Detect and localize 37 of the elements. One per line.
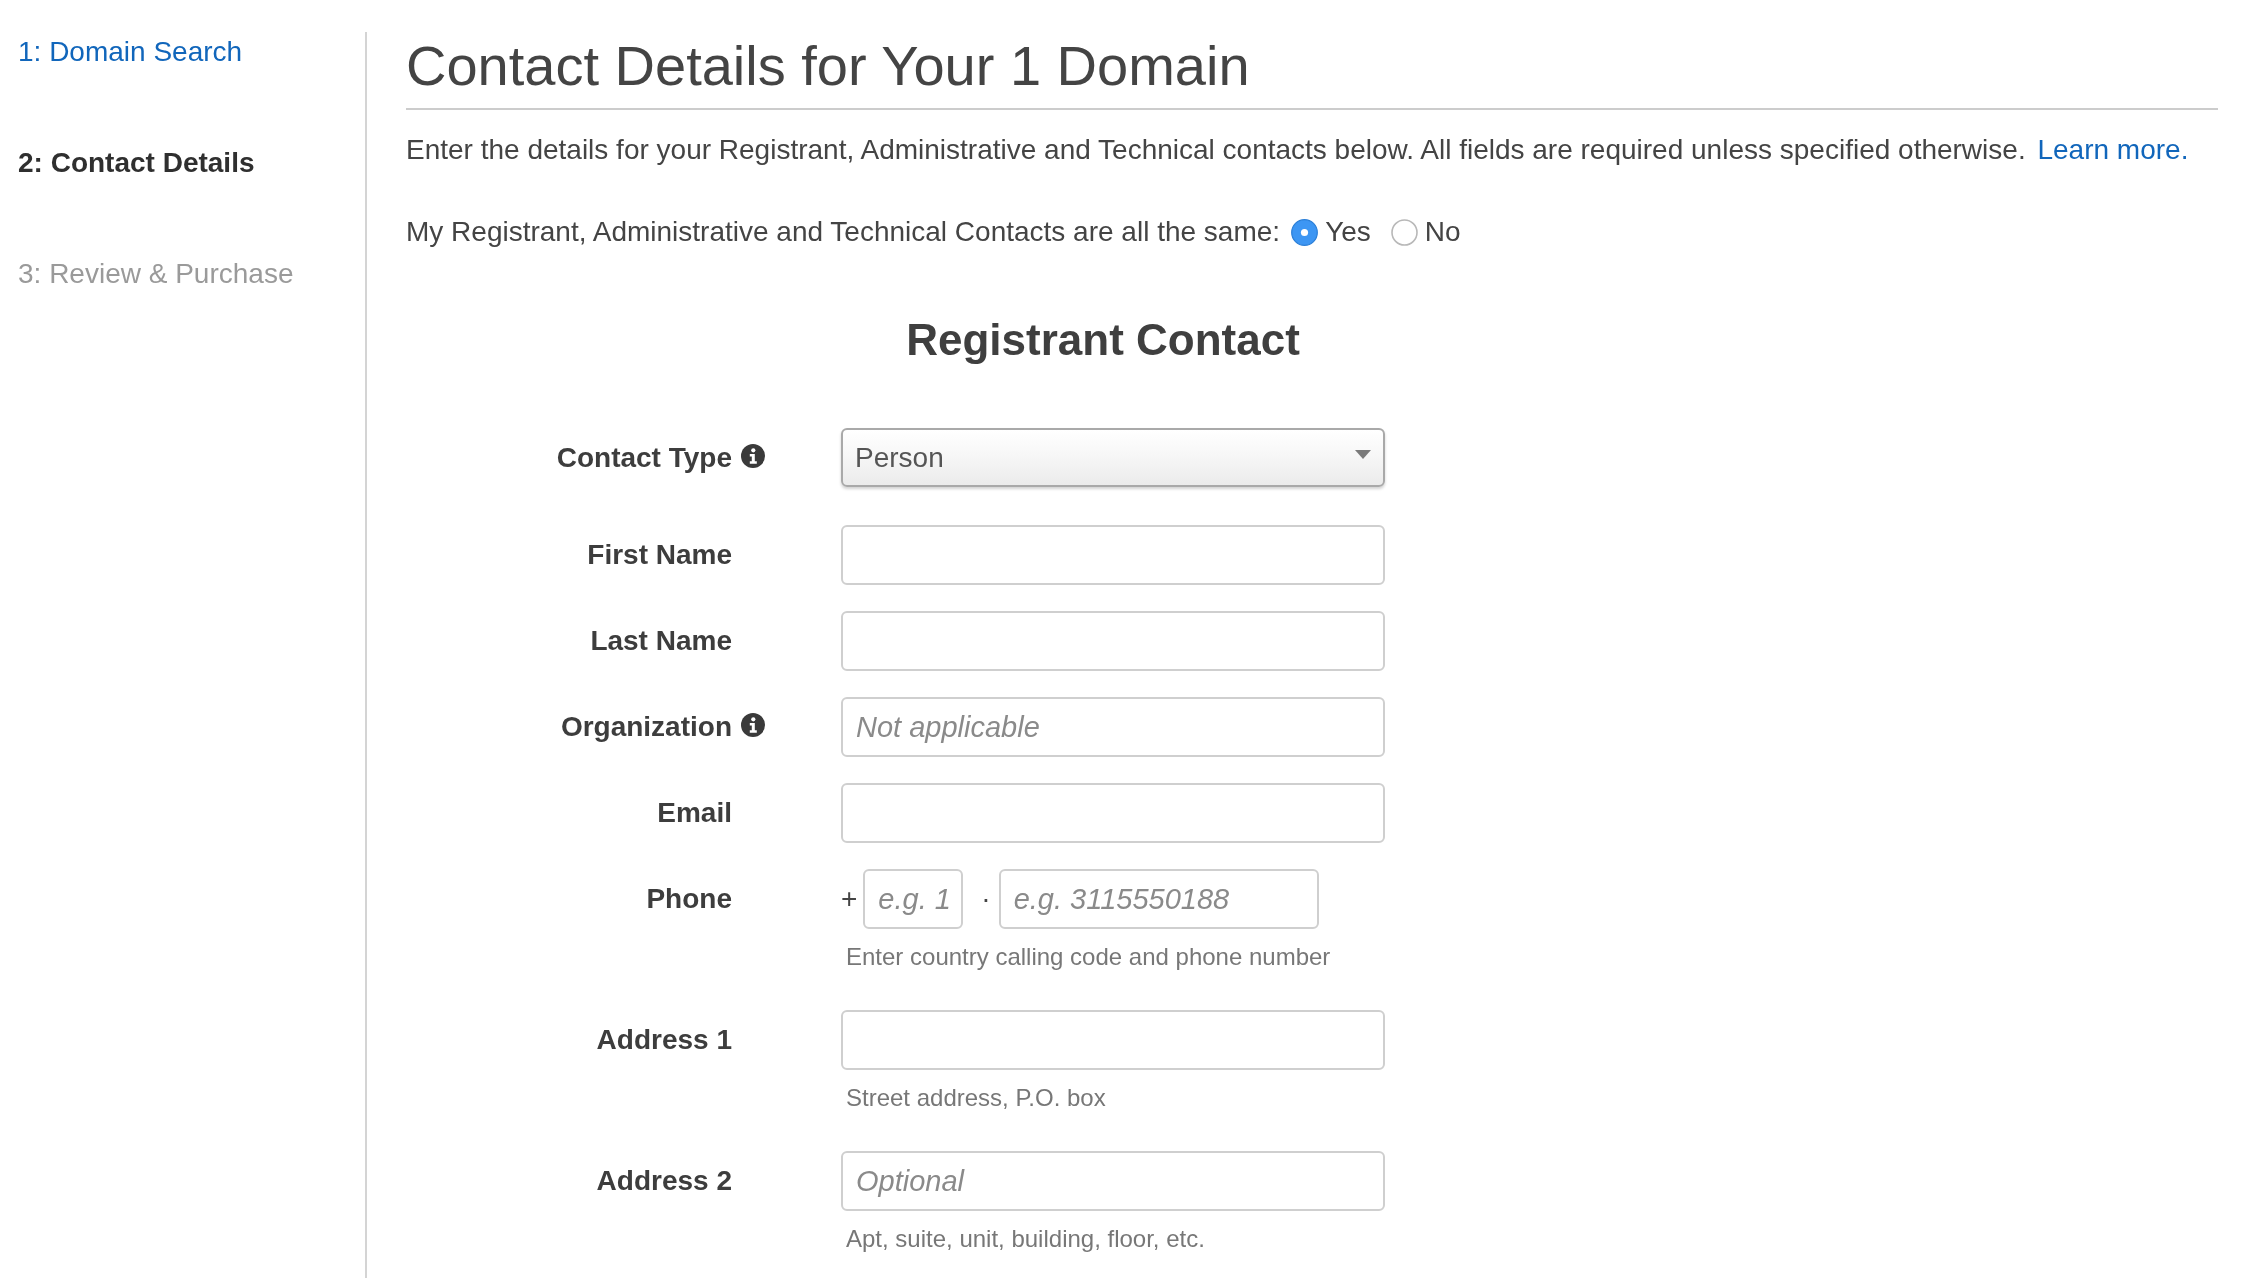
text-field[interactable]: Not applicable — [841, 697, 1385, 757]
section-title: Registrant Contact — [906, 315, 1300, 365]
learn-more-link[interactable]: Learn more. — [2037, 134, 2189, 165]
intro-text: Enter the details for your Registrant, Administrative and Technical contacts below. All fields are required unless specified otherwise. Learn more. — [406, 133, 2189, 167]
plus-sign: + — [841, 883, 858, 915]
page-title: Contact Details for Your 1 Domain — [406, 35, 1250, 97]
wizard-step: 3: Review & Purchase — [18, 258, 294, 290]
field-hint: Enter country calling code and phone number — [846, 943, 1331, 971]
radio-icon[interactable] — [1291, 218, 1319, 246]
question-text: My Registrant, Administrative and Technical Contacts are all the same: — [406, 215, 1281, 249]
text-field[interactable]: Optional — [841, 1151, 1385, 1211]
field-label: Phone — [646, 883, 732, 915]
country-code-field[interactable]: e.g. 1 — [863, 869, 964, 929]
text-field[interactable] — [841, 1010, 1385, 1070]
radio-option[interactable]: Yes — [1291, 215, 1371, 249]
phone-number-field[interactable]: e.g. 3115550188 — [998, 869, 1319, 929]
dropdown[interactable]: Person — [841, 428, 1385, 487]
caret-icon — [1355, 450, 1371, 459]
field-label: Email — [657, 797, 732, 829]
info-icon[interactable] — [741, 713, 765, 737]
separator-dot: · — [981, 883, 991, 915]
text-field[interactable] — [841, 611, 1385, 671]
radio-icon[interactable] — [1390, 218, 1418, 246]
wizard-step[interactable]: 2: Contact Details — [18, 147, 255, 179]
field-hint: Apt, suite, unit, building, floor, etc. — [846, 1225, 1205, 1253]
radio-option[interactable]: No — [1390, 215, 1461, 249]
field-label: First Name — [587, 539, 732, 571]
text-field[interactable] — [841, 525, 1385, 585]
field-hint: Street address, P.O. box — [846, 1084, 1106, 1112]
info-icon[interactable] — [741, 444, 765, 468]
field-label: Address 2 — [596, 1165, 732, 1197]
wizard-step[interactable]: 1: Domain Search — [18, 36, 243, 68]
field-label: Organization — [560, 711, 732, 743]
field-label: Address 1 — [596, 1024, 732, 1056]
field-label: Last Name — [590, 625, 732, 657]
field-label: Contact Type — [556, 442, 732, 474]
text-field[interactable] — [841, 783, 1385, 843]
